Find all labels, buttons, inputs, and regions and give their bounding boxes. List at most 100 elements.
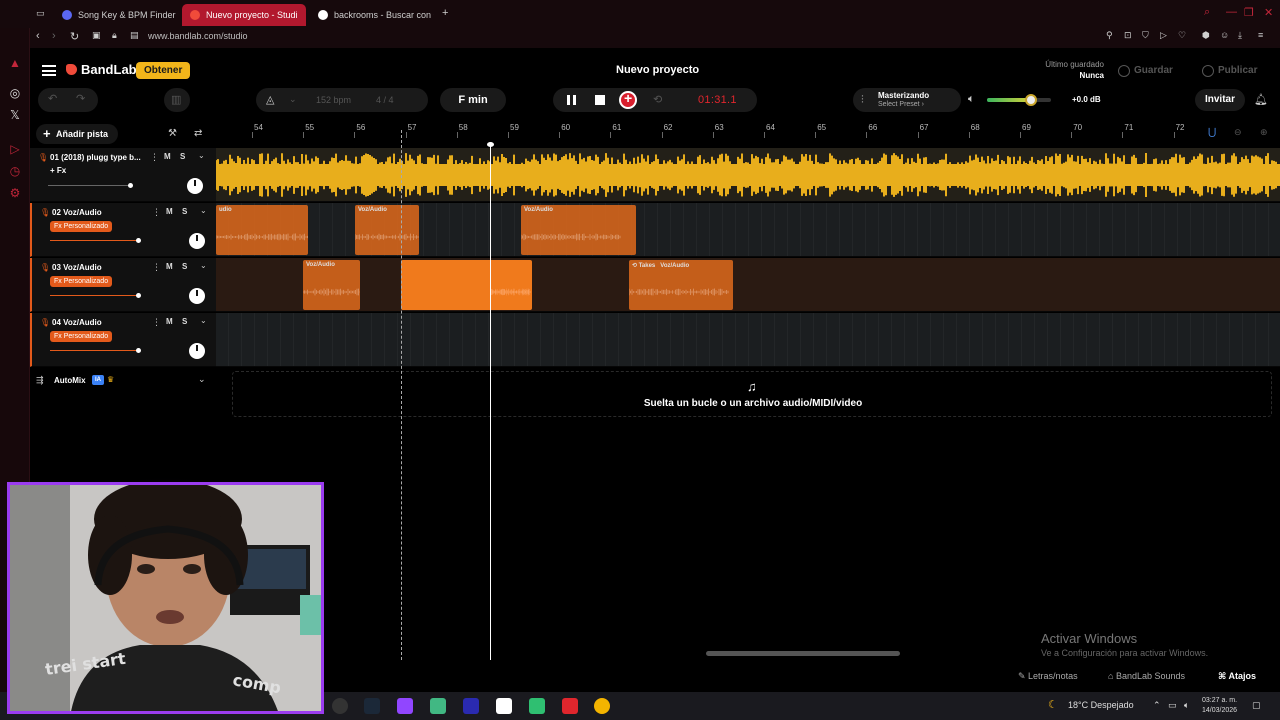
obtener-button[interactable]: Obtener <box>136 62 191 79</box>
guardar-button[interactable]: Guardar <box>1118 62 1173 80</box>
track-volume-slider[interactable] <box>50 238 141 243</box>
horizontal-scrollbar[interactable] <box>706 651 900 656</box>
zoom-in-icon[interactable]: ⊕ <box>1260 127 1268 138</box>
capcut-icon[interactable] <box>496 698 512 714</box>
url-field[interactable]: www.bandlab.com/studio <box>148 31 248 41</box>
track-volume-knob[interactable] <box>128 183 133 188</box>
maximize-icon[interactable]: ❐ <box>1244 6 1254 19</box>
chevron-down-icon[interactable]: ⌄ <box>198 374 206 385</box>
key-button[interactable]: F min <box>440 88 506 112</box>
more-options-icon[interactable]: ⋮ <box>152 262 161 273</box>
notifications-icon[interactable]: 🔔︎ <box>1254 93 1268 106</box>
shield-icon[interactable]: ⛉ <box>1142 30 1149 41</box>
track-volume-slider[interactable] <box>50 348 141 353</box>
chevron-down-icon[interactable]: ⌄ <box>200 316 207 325</box>
vscode-icon[interactable] <box>430 698 446 714</box>
playhead[interactable] <box>490 144 491 660</box>
audio-clip[interactable]: Voz/Audio <box>521 205 636 255</box>
reload-icon[interactable]: ↻ <box>70 30 79 43</box>
add-fx-button[interactable]: + Fx <box>50 166 66 175</box>
project-title[interactable]: Nuevo proyecto <box>616 64 699 76</box>
track-volume-knob[interactable] <box>136 348 141 353</box>
track-name[interactable]: 02 Voz/Audio <box>52 208 148 217</box>
add-track-button[interactable]: Añadir pista <box>36 124 119 144</box>
mute-button[interactable]: M <box>166 262 173 271</box>
track-lane-3[interactable]: Voz/Audio ⟲ Takes Voz/Audio <box>216 258 1280 312</box>
solo-button[interactable]: S <box>180 152 185 161</box>
mute-button[interactable]: M <box>164 152 171 161</box>
solo-button[interactable]: S <box>182 317 187 326</box>
player-icon[interactable]: ▷ <box>8 142 22 156</box>
flow-icon[interactable]: ▷ <box>1160 30 1167 41</box>
back-icon[interactable]: ‹ <box>36 30 40 42</box>
chrome-icon[interactable] <box>594 698 610 714</box>
opera-icon[interactable] <box>562 698 578 714</box>
takes-clip[interactable]: ⟲ Takes Voz/Audio <box>629 260 733 310</box>
new-tab-icon[interactable]: + <box>442 7 448 19</box>
invite-button[interactable]: Invitar <box>1195 89 1245 111</box>
settings-icon[interactable]: ⚙ <box>8 186 22 200</box>
loop-icon[interactable]: ⟲ <box>653 93 662 106</box>
selected-audio-clip[interactable] <box>401 260 532 310</box>
reader-icon[interactable]: ▤ <box>130 30 139 41</box>
hamburger-menu-icon[interactable] <box>42 65 56 76</box>
snapshot-icon[interactable]: ▣ <box>92 30 101 41</box>
extensions-icon[interactable]: ⬢ <box>1202 30 1210 41</box>
pause-icon[interactable] <box>567 95 576 105</box>
track-header-2[interactable]: 🎙︎ 02 Voz/Audio ⋮ M S ⌄ Fx Personalizado <box>30 203 216 257</box>
mixer-button[interactable]: ▥ <box>164 88 190 112</box>
lock-icon[interactable]: 🔒︎ <box>112 30 117 41</box>
record-icon[interactable] <box>619 90 637 109</box>
tab-bandlab-studio[interactable]: Nuevo proyecto - Studi <box>182 4 306 26</box>
master-volume-slider[interactable] <box>987 94 1051 106</box>
pan-knob[interactable] <box>189 288 205 304</box>
track-volume-slider[interactable] <box>50 293 141 298</box>
menu-icon[interactable]: ≡ <box>1258 30 1263 40</box>
volume-tray-icon[interactable]: 🔈︎ <box>1184 700 1189 711</box>
pan-knob[interactable] <box>187 178 203 194</box>
snap-magnet-icon[interactable]: ⋃ <box>1208 127 1216 138</box>
tab-google-search[interactable]: backrooms - Buscar con G <box>310 4 434 26</box>
track-lane-2[interactable]: udio Voz/Audio Voz/Audio <box>216 203 1280 257</box>
more-options-icon[interactable]: ⋮ <box>152 317 161 328</box>
chevron-down-icon[interactable]: ⌄ <box>198 151 205 160</box>
track-name[interactable]: 04 Voz/Audio <box>52 318 148 327</box>
tab-song-key[interactable]: Song Key & BPM Finder | T <box>54 4 176 26</box>
tab-menu-icon[interactable]: ▭ <box>36 8 45 19</box>
automix-row[interactable]: ⇶ AutoMix IA ♛ ⌄ <box>30 372 216 390</box>
drop-zone[interactable]: ♫ Suelta un bucle o un archivo audio/MID… <box>232 371 1272 417</box>
history-icon[interactable]: ◷ <box>8 164 22 178</box>
minimize-icon[interactable]: — <box>1226 6 1237 18</box>
heart-icon[interactable]: ♡ <box>1178 30 1186 41</box>
weather-text[interactable]: 18°C Despejado <box>1068 700 1134 710</box>
undo-icon[interactable]: ↶ <box>48 92 57 105</box>
bandlab-sounds-button[interactable]: ⌂ BandLab Sounds <box>1108 666 1185 686</box>
timeline-ruler[interactable]: 54 55 56 57 58 59 60 61 62 63 64 65 66 67 68 69 70 71 72 <box>216 120 1280 138</box>
forward-icon[interactable]: › <box>52 30 56 42</box>
shortcuts-button[interactable]: ⌘ Atajos <box>1218 666 1256 686</box>
pan-knob[interactable] <box>189 343 205 359</box>
beat-waveform[interactable] <box>216 152 1280 198</box>
solo-button[interactable]: S <box>182 207 187 216</box>
track-name[interactable]: 03 Voz/Audio <box>52 263 148 272</box>
track-lane-1[interactable] <box>216 148 1280 202</box>
more-options-icon[interactable]: ⋮ <box>152 207 161 218</box>
fx-custom-button[interactable]: Fx Personalizado <box>50 331 113 342</box>
stop-icon[interactable] <box>595 95 605 105</box>
volume-knob[interactable] <box>1024 94 1037 106</box>
metronome-icon[interactable]: ◬ <box>266 93 274 106</box>
track-volume-knob[interactable] <box>136 293 141 298</box>
bandlab-logo[interactable]: BandLab <box>66 62 137 77</box>
playhead-handle[interactable] <box>487 142 494 147</box>
editor-icon[interactable] <box>463 698 479 714</box>
aria-icon[interactable]: ▲ <box>8 56 22 70</box>
tools-icon[interactable]: ⚒ <box>168 128 177 139</box>
tray-up-icon[interactable]: ⌃ <box>1153 700 1161 711</box>
clock[interactable]: 03:27 a. m. 14/03/2026 <box>1202 696 1237 716</box>
preset-select[interactable]: Select Preset › <box>878 101 924 108</box>
chevron-down-icon[interactable]: ⌄ <box>200 261 207 270</box>
track-volume-knob[interactable] <box>136 238 141 243</box>
audio-clip[interactable]: udio <box>216 205 308 255</box>
publicar-button[interactable]: Publicar <box>1202 62 1257 80</box>
fx-custom-button[interactable]: Fx Personalizado <box>50 276 113 287</box>
